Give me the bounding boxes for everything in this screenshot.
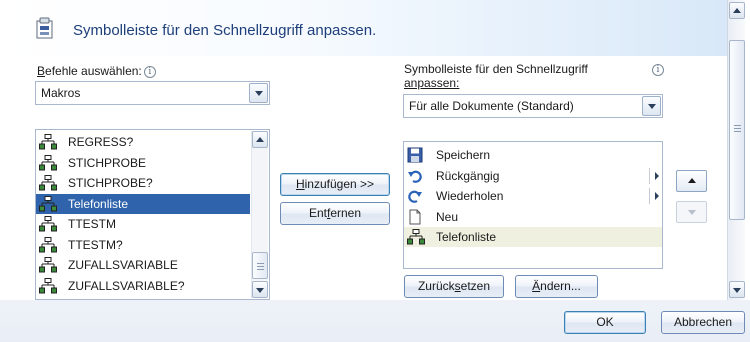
command-item-label: TTESTM? [68,237,123,252]
chevron-up-icon [733,7,741,13]
scroll-thumb[interactable] [729,40,745,220]
submenu-arrow-icon[interactable] [655,171,659,180]
dialog-scrollbar[interactable] [727,0,745,300]
toolbar-scope-combo[interactable]: Für alle Dokumente (Standard) [403,94,663,118]
commands-scrollbar[interactable] [251,131,268,298]
arrow-down-icon [688,210,696,215]
reset-button[interactable]: Zurücksetzen [404,275,504,298]
chevron-down-icon [254,91,263,96]
command-item-label: STICHPROBE [68,155,147,170]
save-icon [407,147,425,163]
add-button[interactable]: Hinzufügen >> [280,173,390,196]
macro-icon [39,175,57,191]
command-item-label: ZUFALLSVARIABLE? [68,278,185,293]
macro-icon [39,216,57,232]
choose-commands-label: Befehle auswählen: i [37,64,156,78]
toolbar-item-label: Wiederholen [436,189,504,203]
command-item-zufallsvariable[interactable]: ZUFALLSVARIABLE? [36,276,250,296]
chevron-down-icon [256,287,264,293]
customize-toolbar-icon [36,17,53,39]
dialog-title: Symbolleiste für den Schnellzugriff anpa… [73,22,377,39]
chevron-down-icon [647,104,656,109]
scroll-down-button[interactable] [729,281,745,298]
toolbar-item-label: Telefonliste [436,230,497,244]
toolbar-item-telefonliste[interactable]: Telefonliste [404,227,662,247]
move-up-button[interactable] [676,170,707,192]
toolbar-item-label: Neu [436,209,459,224]
command-item-ttestm[interactable]: TTESTM [36,214,250,234]
choose-commands-combo[interactable]: Makros [35,81,270,105]
macro-icon [39,277,57,294]
submenu-separator [649,188,650,204]
submenu-separator [649,167,650,184]
command-item-stichprobe[interactable]: STICHPROBE [36,153,250,173]
toolbar-item-label: Rückgängig [436,168,500,183]
command-item-zufallsvariable[interactable]: ZUFALLSVARIABLE [36,255,250,275]
cancel-button[interactable]: Abbrechen [661,311,745,334]
macro-icon [39,195,57,212]
command-item-label: TTESTM [68,217,116,231]
macro-icon [39,134,57,150]
customize-quick-access-dialog: Symbolleiste für den Schnellzugriff anpa… [0,0,750,342]
submenu-arrow-icon[interactable] [655,192,659,200]
macro-icon [407,229,425,245]
undo-icon [407,168,425,184]
customize-toolbar-label: Symbolleiste für den Schnellzugriff anpa… [404,62,588,90]
modify-button[interactable]: Ändern... [515,275,598,298]
command-item-label: STICHPROBE? [68,176,153,190]
command-item-label: REGRESS? [68,135,134,149]
info-icon: i [652,64,664,76]
scroll-thumb[interactable] [252,252,268,279]
dropdown-button[interactable] [249,83,268,103]
new-document-icon [407,209,425,225]
toolbar-item-speichern[interactable]: Speichern [404,145,662,165]
dropdown-button[interactable] [642,96,661,116]
redo-icon [407,188,425,204]
scroll-down-button[interactable] [252,281,268,298]
choose-commands-value: Makros [41,86,81,100]
ok-button[interactable]: OK [564,311,646,334]
toolbar-scope-value: Für alle Dokumente (Standard) [409,99,574,113]
command-item-stichprobe[interactable]: STICHPROBE? [36,173,250,193]
toolbar-item-wiederholen[interactable]: Wiederholen [404,186,662,206]
move-down-button[interactable] [676,201,707,223]
command-item-telefonliste[interactable]: Telefonliste [36,193,250,214]
quick-access-commands-list[interactable]: Speichern Rückgängig Wiederholen Neu Telefon… [403,141,663,269]
available-commands-list[interactable]: REGRESS? STICHPROBE STICHPROBE? Telefonlist… [35,129,270,300]
toolbar-item-label: Speichern [436,148,491,162]
macro-icon [39,257,57,273]
chevron-up-icon [256,136,264,142]
command-item-ttestm[interactable]: TTESTM? [36,235,250,255]
scroll-up-button[interactable] [729,2,745,19]
toolbar-item-neu[interactable]: Neu [404,207,662,227]
command-item-regress[interactable]: REGRESS? [36,132,250,152]
macro-icon [39,154,57,171]
command-item-label: ZUFALLSVARIABLE [68,258,178,272]
scroll-up-button[interactable] [252,131,268,148]
command-item-label: Telefonliste [68,196,129,211]
remove-button[interactable]: Entfernen [280,202,390,225]
info-icon: i [143,65,156,78]
arrow-up-icon [688,178,696,183]
chevron-down-icon [733,287,741,293]
macro-icon [39,236,57,253]
toolbar-item-r-ckg-ngig[interactable]: Rückgängig [404,166,662,186]
